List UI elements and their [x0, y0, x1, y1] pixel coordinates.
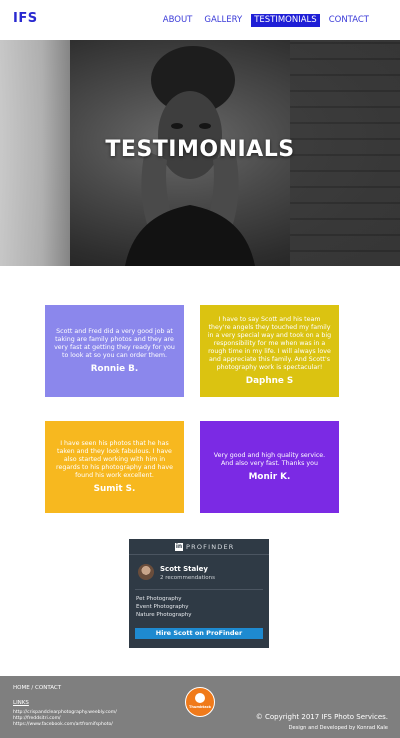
testimonial-author: Ronnie B. [90, 364, 139, 374]
services-list: Pet Photography Event Photography Nature… [136, 595, 191, 619]
divider [135, 589, 263, 590]
developer-credit: Design and Developed by Konrad Kale [288, 725, 388, 731]
recommendation-count: 2 recommendations [160, 575, 216, 581]
top-nav: IFS ABOUT GALLERY TESTIMONIALS CONTACT [0, 0, 400, 40]
testimonial-card: Very good and high quality service. And … [200, 421, 339, 513]
testimonial-text: I have seen his photos that he has taken… [56, 440, 173, 479]
testimonial-author: Sumit S. [93, 484, 136, 494]
profinder-header: in PROFINDER [129, 539, 269, 555]
nav-link-contact[interactable]: CONTACT [326, 14, 372, 27]
testimonial-text: Very good and high quality service. And … [213, 452, 326, 467]
service-item: Pet Photography [136, 596, 182, 602]
copyright-text: © Copyright 2017 IFS Photo Services. [255, 713, 388, 721]
testimonial-card: Scott and Fred did a very good job at ta… [45, 305, 184, 397]
testimonial-card: I have seen his photos that he has taken… [45, 421, 184, 513]
profinder-badge[interactable]: in PROFINDER Scott Staley 2 recommendati… [129, 539, 269, 648]
thumbtack-badge[interactable]: Thumbtack [185, 687, 215, 717]
service-item: Event Photography [136, 604, 189, 610]
footer-nav[interactable]: HOME / CONTACT [13, 685, 61, 691]
thumbtack-label: Thumbtack [189, 705, 211, 709]
footer-link[interactable]: http://crispandclearphotography.weebly.c… [13, 710, 117, 715]
footer: HOME / CONTACT LINKS http://crispandclea… [0, 676, 400, 738]
thumbtack-icon [195, 693, 205, 703]
testimonial-text: I have to say Scott and his team they're… [207, 316, 332, 371]
linkedin-icon: in [175, 543, 183, 551]
profile-name[interactable]: Scott Staley [160, 565, 208, 573]
testimonial-author: Monir K. [248, 472, 291, 482]
testimonial-card: I have to say Scott and his team they're… [200, 305, 339, 397]
nav-links: ABOUT GALLERY TESTIMONIALS CONTACT [154, 14, 372, 27]
nav-link-gallery[interactable]: GALLERY [201, 14, 245, 27]
testimonial-text: Scott and Fred did a very good job at ta… [54, 328, 175, 359]
brand-logo[interactable]: IFS [13, 11, 38, 26]
testimonial-author: Daphne S [245, 376, 294, 386]
footer-link[interactable]: https://www.facebook.com/artfromifsphoto… [13, 722, 113, 727]
hero-banner: TESTIMONIALS [0, 40, 400, 266]
profinder-brand: PROFINDER [186, 543, 235, 551]
footer-links-heading: LINKS [13, 700, 29, 706]
service-item: Nature Photography [136, 612, 192, 618]
hire-button[interactable]: Hire Scott on ProFinder [135, 628, 263, 639]
page-title: TESTIMONIALS [105, 137, 295, 162]
avatar [138, 564, 154, 580]
nav-link-testimonials[interactable]: TESTIMONIALS [251, 14, 320, 27]
nav-link-about[interactable]: ABOUT [160, 14, 196, 27]
footer-link[interactable]: http://freddsitri.com/ [13, 716, 61, 721]
